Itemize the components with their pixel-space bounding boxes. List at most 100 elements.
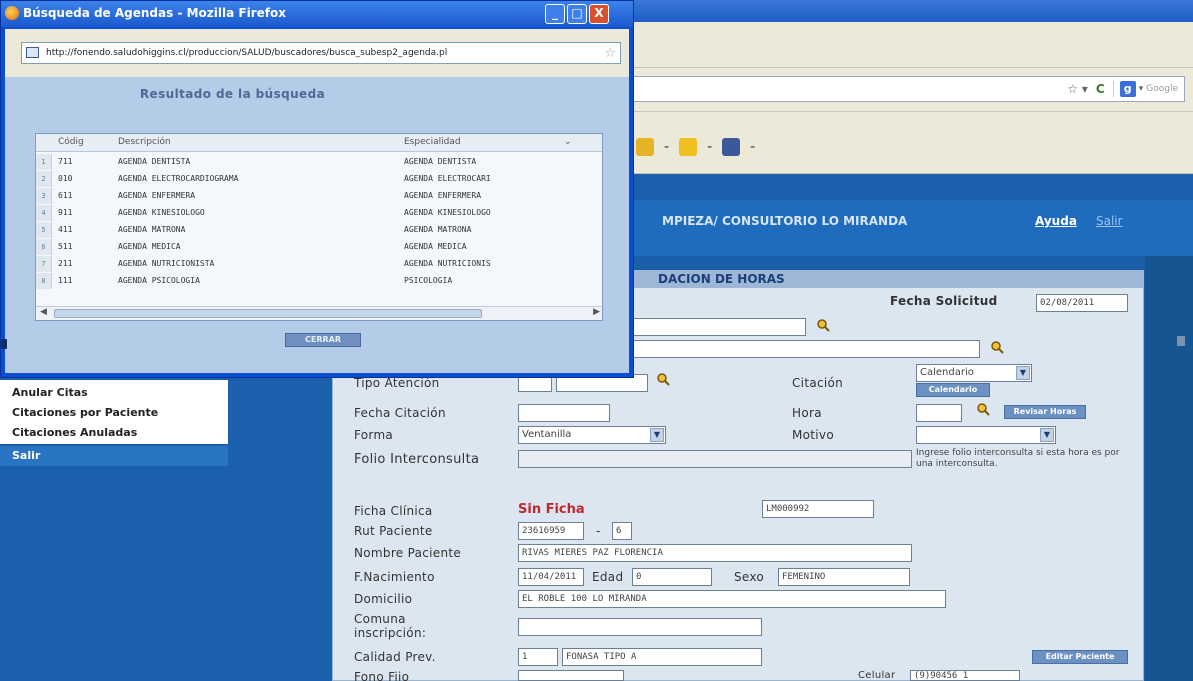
cell-codigo: 511	[58, 242, 73, 251]
ficha-code-input[interactable]: LM000992	[762, 500, 874, 518]
facebook-icon[interactable]	[722, 138, 741, 156]
table-row[interactable]: 2 010 AGENDA ELECTROCARDIOGRAMA AGENDA ELEC…	[36, 171, 602, 187]
cell-descripcion: AGENDA ELECTROCARDIOGRAMA	[118, 174, 239, 183]
cell-descripcion: AGENDA MEDICA	[118, 242, 181, 251]
sexo-label: Sexo	[734, 570, 765, 584]
forma-select[interactable]: Ventanilla ▼	[518, 426, 666, 444]
form-panel-title: DACION DE HORAS	[658, 272, 785, 286]
calidad-label: Calidad Prev.	[354, 650, 436, 664]
search-magnifier-icon[interactable]	[816, 318, 830, 332]
row-number: 1	[36, 154, 52, 170]
table-row[interactable]: 4 911 AGENDA KINESIOLOGO AGENDA KINESIOLOGO	[36, 205, 602, 221]
popup-url: http://fonendo.saludohiggins.cl/producci…	[46, 48, 448, 58]
cell-especialidad: AGENDA MEDICA	[404, 242, 467, 251]
folio-input[interactable]	[518, 450, 912, 468]
column-header-descripcion[interactable]: Descripción	[118, 137, 171, 147]
row-number: 2	[36, 171, 52, 187]
row-number: 7	[36, 256, 52, 272]
cerrar-button[interactable]: CERRAR	[285, 333, 361, 347]
sexo-input[interactable]: FEMENINO	[778, 568, 910, 586]
fono-input[interactable]	[518, 670, 624, 681]
fecha-solicitud-input[interactable]: 02/08/2011	[1036, 294, 1128, 312]
cell-codigo: 711	[58, 157, 73, 166]
row-number: 6	[36, 239, 52, 255]
calendario-button[interactable]: Calendario	[916, 383, 990, 397]
cell-codigo: 611	[58, 191, 73, 200]
horizontal-scrollbar[interactable]: ◀ ▶	[36, 306, 602, 320]
table-row[interactable]: 3 611 AGENDA ENFERMERA AGENDA ENFERMERA	[36, 188, 602, 204]
domicilio-label: Domicilio	[354, 592, 413, 606]
table-row[interactable]: 7 211 AGENDA NUTRICIONISTA AGENDA NUTRICION…	[36, 256, 602, 272]
hora-input[interactable]	[916, 404, 962, 422]
bookmark-star-icon[interactable]: ☆ ▾	[1067, 82, 1088, 96]
cell-especialidad: AGENDA NUTRICIONIS	[404, 259, 491, 268]
cell-descripcion: AGENDA MATRONA	[118, 225, 186, 234]
row-number: 8	[36, 273, 52, 289]
search-placeholder: Google	[1146, 84, 1178, 94]
hora-label: Hora	[792, 406, 822, 420]
sidebar-item-citaciones-anuladas[interactable]: Citaciones Anuladas	[12, 426, 137, 439]
cell-especialidad: AGENDA ELECTROCARI	[404, 174, 491, 183]
tipo-atencion-label: Tipo Atención	[354, 376, 440, 390]
search-magnifier-icon[interactable]	[990, 340, 1004, 354]
citacion-select[interactable]: Calendario ▼	[916, 364, 1032, 382]
maximize-button[interactable]: □	[567, 4, 587, 24]
help-link[interactable]: Ayuda	[1035, 214, 1077, 228]
revisar-horas-button[interactable]: Revisar Horas	[1004, 405, 1086, 419]
column-header-codigo[interactable]: Códig	[58, 137, 84, 147]
cell-codigo: 010	[58, 174, 73, 183]
table-row[interactable]: 8 111 AGENDA PSICOLOGIA PSICOLOGIA	[36, 273, 602, 289]
domicilio-input[interactable]: EL ROBLE 100 LO MIRANDA	[518, 590, 946, 608]
cell-especialidad: AGENDA KINESIOLOGO	[404, 208, 491, 217]
popup-body: Resultado de la búsqueda Códig Descripci…	[5, 77, 629, 373]
search-field-2[interactable]	[630, 340, 980, 358]
column-header-especialidad[interactable]: Especialidad	[404, 137, 461, 147]
nacimiento-input[interactable]: 11/04/2011	[518, 568, 584, 586]
motivo-select[interactable]: ▼	[916, 426, 1056, 444]
scrollbar-thumb[interactable]	[54, 309, 482, 318]
reload-icon[interactable]: C	[1096, 82, 1105, 96]
fecha-citacion-label: Fecha Citación	[354, 406, 446, 420]
comuna-input[interactable]	[518, 618, 762, 636]
bookmark-star-icon[interactable]: ☆	[604, 44, 616, 63]
rut-dv-input[interactable]: 6	[612, 522, 632, 540]
exit-link[interactable]: Salir	[1096, 214, 1123, 228]
search-magnifier-icon[interactable]	[976, 402, 990, 416]
fecha-solicitud-label: Fecha Solicitud	[890, 294, 998, 308]
fecha-citacion-input[interactable]	[518, 404, 610, 422]
editar-paciente-button[interactable]: Editar Paciente	[1032, 650, 1128, 664]
forma-label: Forma	[354, 428, 394, 442]
nombre-input[interactable]: RIVAS MIERES PAZ FLORENCIA	[518, 544, 912, 562]
edad-input[interactable]: 0	[632, 568, 712, 586]
celular-input[interactable]: (9)90456 1	[910, 670, 1020, 681]
row-number: 5	[36, 222, 52, 238]
rut-input[interactable]: 23616959	[518, 522, 584, 540]
column-menu-chevron-icon[interactable]: ⌄	[564, 137, 572, 147]
table-row[interactable]: 6 511 AGENDA MEDICA AGENDA MEDICA	[36, 239, 602, 255]
address-bar[interactable]: ☆ ▾ C g ▾ Google	[630, 76, 1185, 102]
popup-url-field[interactable]: http://fonendo.saludohiggins.cl/producci…	[21, 42, 621, 64]
search-magnifier-icon[interactable]	[656, 372, 670, 386]
cell-descripcion: AGENDA KINESIOLOGO	[118, 208, 205, 217]
cell-descripcion: AGENDA NUTRICIONISTA	[118, 259, 215, 268]
close-window-button[interactable]: X	[589, 4, 609, 24]
sidebar-item-citaciones-paciente[interactable]: Citaciones por Paciente	[12, 406, 158, 419]
popup-address-area: http://fonendo.saludohiggins.cl/producci…	[5, 29, 629, 77]
cell-descripcion: AGENDA ENFERMERA	[118, 191, 196, 200]
window-edge-marker	[1, 339, 7, 349]
cell-descripcion: AGENDA DENTISTA	[118, 157, 191, 166]
scroll-right-icon[interactable]: ▶	[593, 307, 600, 317]
table-row[interactable]: 1 711 AGENDA DENTISTA AGENDA DENTISTA	[36, 154, 602, 170]
calidad-code-input[interactable]: 1	[518, 648, 558, 666]
scroll-left-icon[interactable]: ◀	[40, 307, 47, 317]
page-icon	[26, 47, 39, 58]
cell-especialidad: AGENDA MATRONA	[404, 225, 472, 234]
sidebar-item-anular-citas[interactable]: Anular Citas	[12, 386, 88, 399]
addon-icon-2[interactable]	[679, 138, 698, 156]
minimize-button[interactable]: _	[545, 4, 565, 24]
addon-icon-1[interactable]	[636, 138, 654, 156]
calidad-input[interactable]: FONASA TIPO A	[562, 648, 762, 666]
search-engine-box[interactable]: g ▾ Google	[1112, 81, 1178, 97]
sidebar-item-salir[interactable]: Salir	[0, 446, 228, 466]
table-row[interactable]: 5 411 AGENDA MATRONA AGENDA MATRONA	[36, 222, 602, 238]
